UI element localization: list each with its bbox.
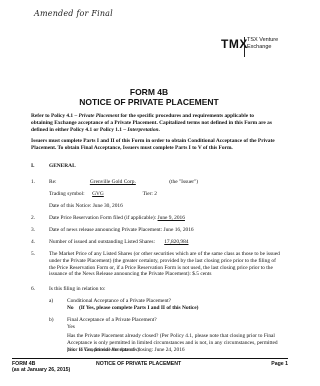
handwritten-note: Amended for Final: [34, 9, 113, 18]
document-page: Amended for Final TMX TSX Venture Exchan…: [0, 0, 298, 386]
form-number-title: FORM 4B: [129, 87, 169, 97]
closed-answer[interactable]: Yes: [67, 347, 75, 353]
intro-paragraph-2: Issuers must complete Parts I and II of …: [31, 138, 275, 151]
intro-paragraph-1: Refer to Policy 4.1 – Private Placement …: [31, 113, 272, 133]
tier-field[interactable]: 2: [154, 191, 157, 197]
issued-shares-field[interactable]: 17,820,984: [156, 239, 196, 246]
footer-title: NOTICE OF PRIVATE PLACEMENT: [96, 361, 182, 367]
footer-form-ref: FORM 4B (as at January 26, 2015): [12, 361, 71, 374]
issuer-name-field[interactable]: Grenville Gold Corp.: [58, 179, 168, 186]
footer-page-number: Page 1: [271, 361, 288, 367]
price-reservation-date-field[interactable]: June 9, 2016: [158, 215, 185, 221]
logo-divider: [244, 37, 245, 57]
form-name-title: NOTICE OF PRIVATE PLACEMENT: [79, 97, 219, 107]
page-footer: FORM 4B (as at January 26, 2015) NOTICE …: [12, 358, 288, 373]
trading-symbol-field[interactable]: GVG: [86, 191, 110, 198]
final-answer[interactable]: Yes: [67, 324, 75, 331]
conditional-answer[interactable]: No: [67, 305, 74, 311]
tsx-venture-logo-text: TSX Venture Exchange: [247, 37, 279, 50]
